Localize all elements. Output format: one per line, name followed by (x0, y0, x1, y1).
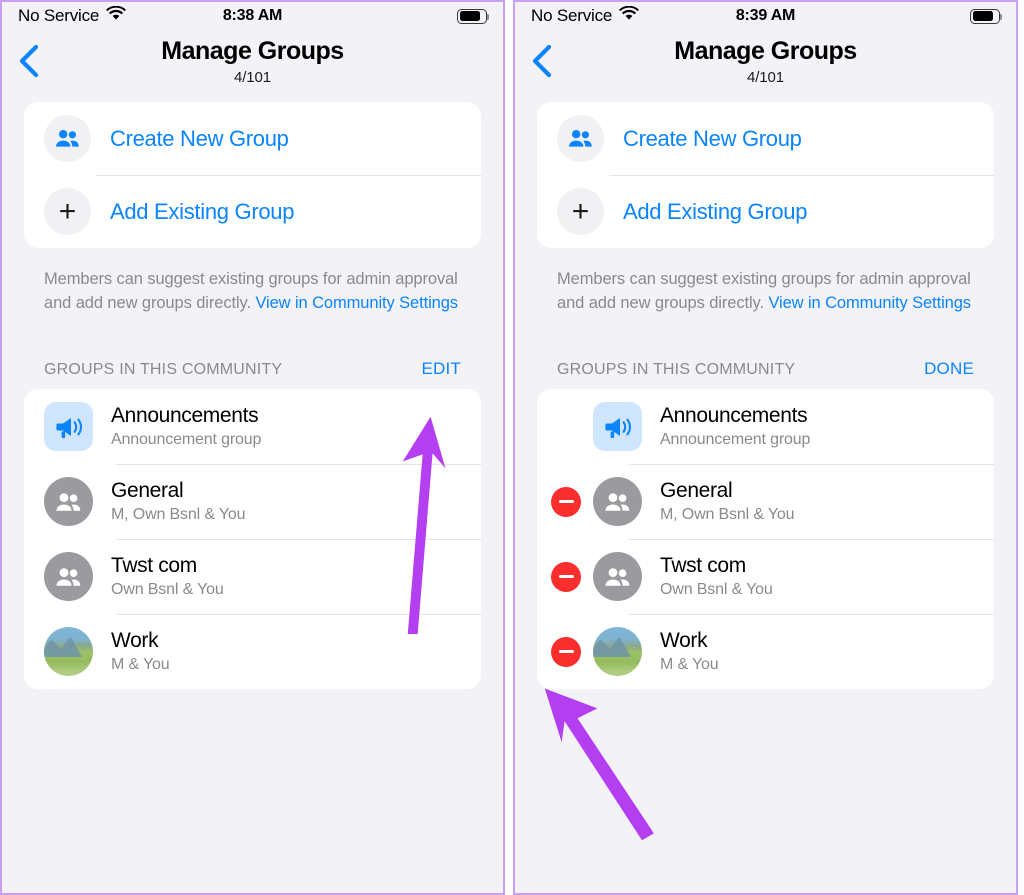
carrier-label: No Service (531, 6, 613, 25)
wifi-icon (106, 5, 127, 26)
table-row[interactable]: Twst com Own Bsnl & You (537, 539, 994, 614)
done-button[interactable]: DONE (924, 359, 974, 379)
actions-card: Create New Group + Add Existing Group (24, 102, 481, 248)
create-new-group-button[interactable]: Create New Group (537, 102, 994, 175)
section-header: GROUPS IN THIS COMMUNITY EDIT (44, 359, 461, 379)
group-text: Announcements Announcement group (660, 404, 810, 449)
group-text: Twst com Own Bsnl & You (660, 554, 773, 599)
groups-list-card: Announcements Announcement group General… (24, 389, 481, 689)
group-subtitle: M & You (660, 656, 719, 674)
remove-group-button[interactable] (551, 486, 581, 517)
table-row[interactable]: Work M & You (24, 614, 481, 689)
actions-card: Create New Group + Add Existing Group (537, 102, 994, 248)
chevron-left-icon[interactable] (529, 44, 555, 78)
group-name: Announcements (111, 403, 259, 427)
people-icon (593, 552, 642, 601)
add-existing-group-label: Add Existing Group (110, 198, 295, 224)
phone-panel-left: No Service 8:38 AM Manage Groups 4/101 C… (0, 0, 505, 895)
groups-list-card: Announcements Announcement group General… (537, 389, 994, 689)
group-name: General (660, 478, 733, 502)
group-text: Announcements Announcement group (111, 404, 261, 449)
add-existing-group-button[interactable]: + Add Existing Group (24, 175, 481, 248)
chevron-left-icon[interactable] (16, 44, 42, 78)
group-name: Twst com (111, 553, 197, 577)
table-row[interactable]: General M, Own Bsnl & You (537, 464, 994, 539)
remove-group-button[interactable] (551, 636, 581, 667)
helper-text: Members can suggest existing groups for … (44, 267, 461, 315)
group-subtitle: Own Bsnl & You (111, 581, 224, 599)
group-text: General M, Own Bsnl & You (660, 478, 795, 524)
status-bar-right (970, 8, 1003, 24)
add-existing-group-button[interactable]: + Add Existing Group (537, 175, 994, 248)
people-icon (593, 477, 642, 526)
add-existing-group-label: Add Existing Group (623, 198, 808, 224)
section-header: GROUPS IN THIS COMMUNITY DONE (557, 359, 974, 379)
plus-icon: + (44, 188, 91, 235)
megaphone-icon (44, 402, 93, 451)
carrier-label: No Service (18, 6, 100, 25)
people-icon (44, 552, 93, 601)
group-subtitle: Announcement group (111, 431, 262, 449)
landscape-photo-avatar (44, 627, 93, 676)
create-new-group-label: Create New Group (110, 125, 289, 151)
landscape-photo-avatar (593, 627, 642, 676)
people-icon (44, 115, 91, 162)
battery-icon (457, 8, 490, 24)
section-title: GROUPS IN THIS COMMUNITY (557, 361, 796, 378)
group-count: 4/101 (746, 69, 785, 86)
page-title: Manage Groups (161, 37, 344, 65)
nav-bar: Manage Groups 4/101 (2, 30, 503, 102)
status-bar-right (457, 8, 490, 24)
battery-icon (970, 8, 1003, 24)
view-community-settings-link[interactable]: View in Community Settings (255, 294, 458, 312)
table-row[interactable]: Twst com Own Bsnl & You (24, 539, 481, 614)
status-bar: No Service 8:39 AM (515, 2, 1016, 30)
status-bar-left: No Service (531, 5, 640, 26)
comparison-screenshot: No Service 8:38 AM Manage Groups 4/101 C… (0, 0, 1024, 895)
table-row[interactable]: General M, Own Bsnl & You (24, 464, 481, 539)
plus-icon: + (557, 188, 604, 235)
section-title: GROUPS IN THIS COMMUNITY (44, 361, 283, 378)
group-name: Twst com (660, 553, 746, 577)
people-icon (44, 477, 93, 526)
remove-group-button[interactable] (551, 561, 581, 592)
view-community-settings-link[interactable]: View in Community Settings (768, 294, 971, 312)
wifi-icon (619, 5, 640, 26)
group-count: 4/101 (233, 69, 272, 86)
phone-panel-right: No Service 8:39 AM Manage Groups 4/101 C… (513, 0, 1018, 895)
helper-text: Members can suggest existing groups for … (557, 267, 974, 315)
group-text: Twst com Own Bsnl & You (111, 554, 224, 599)
group-text: Work M & You (660, 629, 719, 674)
people-icon (557, 115, 604, 162)
create-new-group-label: Create New Group (623, 125, 802, 151)
create-new-group-button[interactable]: Create New Group (24, 102, 481, 175)
group-subtitle: M, Own Bsnl & You (111, 506, 246, 524)
group-subtitle: Announcement group (660, 431, 811, 449)
status-bar: No Service 8:38 AM (2, 2, 503, 30)
group-name: Announcements (660, 403, 808, 427)
edit-button[interactable]: EDIT (421, 359, 461, 379)
page-title: Manage Groups (674, 37, 857, 65)
table-row[interactable]: Work M & You (537, 614, 994, 689)
group-name: Work (660, 628, 708, 652)
group-text: General M, Own Bsnl & You (111, 478, 246, 524)
group-name: Work (111, 628, 159, 652)
group-name: General (111, 478, 184, 502)
table-row[interactable]: Announcements Announcement group (537, 389, 994, 464)
group-subtitle: M & You (111, 656, 170, 674)
status-bar-left: No Service (18, 5, 127, 26)
table-row[interactable]: Announcements Announcement group (24, 389, 481, 464)
nav-bar: Manage Groups 4/101 (515, 30, 1016, 102)
group-text: Work M & You (111, 629, 170, 674)
group-subtitle: M, Own Bsnl & You (660, 506, 795, 524)
group-subtitle: Own Bsnl & You (660, 581, 773, 599)
megaphone-icon (593, 402, 642, 451)
